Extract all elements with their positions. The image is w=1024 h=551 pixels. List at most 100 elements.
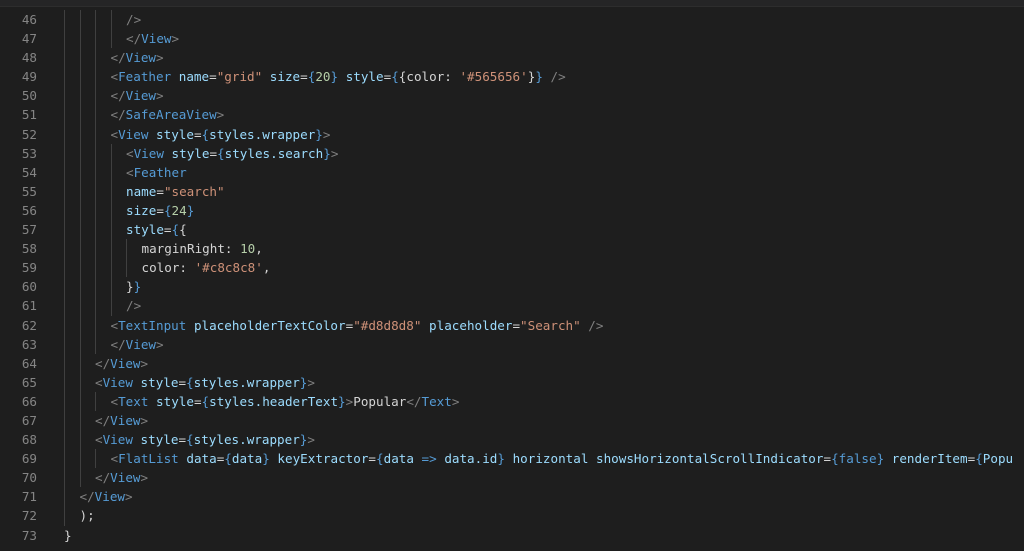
indent-guide <box>64 143 80 163</box>
line-code: name="search" <box>64 181 1024 201</box>
code-line[interactable]: 69 <FlatList data={data} keyExtractor={da… <box>0 449 1024 469</box>
code-token: View <box>141 31 172 47</box>
code-token: </ <box>95 412 111 428</box>
indent-guide <box>79 277 96 297</box>
code-token: , <box>255 241 263 257</box>
code-token: /> <box>550 69 566 85</box>
code-line[interactable]: 55 name="search" <box>0 181 1024 201</box>
code-line[interactable]: 65 <View style={styles.wrapper}> <box>0 372 1024 392</box>
code-token: styles.search <box>224 145 324 161</box>
code-token: placeholderTextColor <box>193 317 346 333</box>
line-number: 72 <box>21 508 37 524</box>
line-code: marginRight: 10, <box>64 239 1024 259</box>
code-line[interactable]: 56 size={24} <box>0 200 1024 221</box>
indent-guide <box>64 430 80 450</box>
line-code: </View> <box>64 468 1024 488</box>
indent-guide <box>64 372 80 392</box>
code-line[interactable]: 68 <View style={styles.wrapper}> <box>0 430 1024 450</box>
code-token: = <box>300 69 308 85</box>
code-token: { <box>975 451 983 467</box>
code-line[interactable]: 48 </View> <box>0 48 1024 68</box>
code-line[interactable]: 54 <Feather <box>0 162 1024 182</box>
code-token: = <box>156 202 164 218</box>
code-line[interactable]: 47 </View> <box>0 29 1024 49</box>
code-line[interactable]: 63 </View> <box>0 334 1024 354</box>
indent-guide <box>95 124 111 144</box>
code-line[interactable]: 58 marginRight: 10, <box>0 239 1024 259</box>
code-line[interactable]: 67 </View> <box>0 410 1024 431</box>
code-line[interactable]: 73} <box>0 526 1024 545</box>
code-token: > <box>216 107 225 123</box>
indent-guide <box>79 181 96 201</box>
code-line[interactable]: 70 </View> <box>0 468 1024 488</box>
code-token: } <box>338 393 346 409</box>
code-token: TextInput <box>118 317 187 333</box>
code-token: } <box>133 279 142 295</box>
code-line[interactable]: 49 <Feather name="grid" size={20} style={… <box>0 67 1024 87</box>
indent-guide <box>64 29 80 49</box>
code-line[interactable]: 57 style={{ <box>0 220 1024 240</box>
code-token: < <box>126 164 134 180</box>
indent-guide <box>95 29 111 49</box>
indent-guide <box>95 220 111 240</box>
code-token: { <box>376 451 384 467</box>
code-token: , <box>262 260 271 276</box>
code-token: style <box>171 145 210 161</box>
code-line[interactable]: 50 </View> <box>0 86 1024 106</box>
code-line[interactable]: 52 <View style={styles.wrapper}> <box>0 124 1024 144</box>
code-line[interactable]: 61 /> <box>0 296 1024 316</box>
code-token: </ <box>79 489 95 505</box>
code-line[interactable]: 72); <box>0 506 1024 526</box>
line-number: 46 <box>21 12 37 27</box>
code-editor[interactable]: 46/> 47 </View> 48 </View> 49 <Feather name="g… <box>0 0 1024 551</box>
indent-guide <box>79 468 96 488</box>
code-line[interactable]: 53 <View style={styles.search}> <box>0 143 1024 163</box>
line-code: </View> <box>64 487 1024 507</box>
code-token: size <box>126 202 157 218</box>
code-token: } <box>497 451 505 467</box>
code-token: = <box>209 69 217 85</box>
indent-guide <box>79 296 96 316</box>
code-line[interactable]: 60}} <box>0 277 1024 297</box>
code-token: </ <box>110 88 126 104</box>
code-token: = <box>178 374 187 390</box>
code-token: > <box>125 489 133 505</box>
code-line[interactable]: 51 </SafeAreaView> <box>0 105 1024 125</box>
code-line[interactable]: 64 </View> <box>0 353 1024 373</box>
code-token: </ <box>126 31 142 47</box>
code-token: { <box>171 222 180 238</box>
line-code: }} <box>64 277 1024 297</box>
line-number: 64 <box>21 355 37 371</box>
indent-guide <box>79 29 96 49</box>
code-token: { <box>831 451 839 467</box>
code-token: Feather <box>133 164 187 180</box>
code-line[interactable]: 66 <Text style={styles.headerText}>Popula… <box>0 391 1024 411</box>
line-number: 59 <box>21 260 37 276</box>
code-token: styles.headerText <box>209 393 339 409</box>
code-token: 20 <box>315 69 331 85</box>
code-line[interactable]: 62 <TextInput placeholderTextColor = "#d8d8… <box>0 315 1024 335</box>
code-line[interactable]: 46 /> <box>0 10 1024 30</box>
code-token: styles.wrapper <box>193 374 300 390</box>
indent-guide <box>79 86 96 106</box>
line-code: </View> <box>64 334 1024 354</box>
indent-guide <box>95 143 111 163</box>
line-number: 63 <box>21 336 37 352</box>
code-token: style <box>140 432 179 448</box>
code-token: '#c8c8c8' <box>194 260 263 276</box>
line-number: 69 <box>21 451 37 467</box>
code-line[interactable]: 71 </View> <box>0 487 1024 507</box>
code-token: style <box>156 393 194 409</box>
line-code: </SafeAreaView> <box>64 105 1024 125</box>
code-token: < <box>110 317 119 333</box>
code-token: renderItem <box>891 451 968 467</box>
code-token: > <box>307 432 315 448</box>
code-line[interactable]: 59 color: '#c8c8c8', <box>0 258 1024 278</box>
line-number: 68 <box>21 432 37 448</box>
line-code: </View> <box>64 29 1024 49</box>
